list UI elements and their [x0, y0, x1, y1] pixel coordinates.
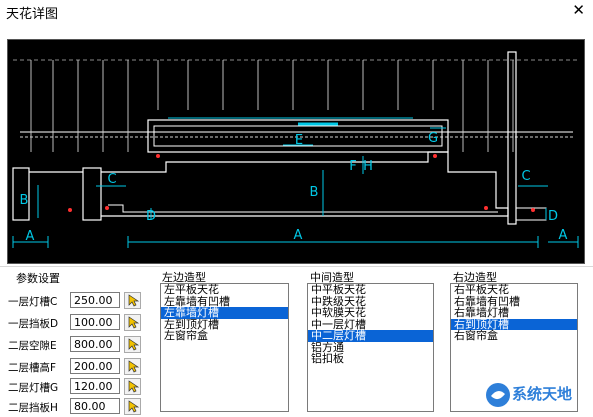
param-row-d: 一层挡板D	[0, 314, 150, 332]
ceiling-preview: A A A B B C C D D E F G H	[7, 39, 585, 264]
dim-label-h: H	[363, 159, 373, 174]
dim-label-b-middle: B	[310, 185, 319, 200]
list-item[interactable]: 右靠墙灯槽	[451, 307, 577, 319]
list-item[interactable]: 左窗帘盒	[161, 330, 288, 342]
list-item[interactable]: 中平板天花	[308, 284, 433, 296]
list-item-selected[interactable]: 左靠墙灯槽	[161, 307, 288, 319]
dim-label-c-right: C	[521, 169, 530, 184]
param-row-g: 二层灯槽G	[0, 378, 150, 396]
param-label-g: 二层灯槽G	[8, 382, 59, 394]
pick-cursor-button[interactable]	[124, 336, 141, 353]
pick-cursor-icon	[128, 360, 140, 373]
param-input-g[interactable]	[70, 378, 120, 394]
param-input-d[interactable]	[70, 314, 120, 330]
list-item[interactable]: 左平板天花	[161, 284, 288, 296]
close-icon[interactable]: ✕	[572, 1, 585, 19]
list-item-selected[interactable]: 中二层灯槽	[308, 330, 433, 342]
list-item[interactable]: 右窗帘盒	[451, 330, 577, 342]
dim-label-b-left: B	[20, 193, 29, 208]
param-input-e[interactable]	[70, 336, 120, 352]
list-item[interactable]: 铝扣板	[308, 353, 433, 365]
middle-style-list[interactable]: 中平板天花 中跌级天花 中软膜天花 中一层灯槽 中二层灯槽 铝方通 铝扣板	[307, 283, 434, 412]
dim-label-d-left: D	[146, 209, 156, 224]
watermark-logo-icon	[486, 383, 510, 407]
param-row-f: 二层槽高F	[0, 358, 150, 376]
param-label-f: 二层槽高F	[8, 362, 57, 374]
param-input-c[interactable]	[70, 292, 120, 308]
pick-cursor-button[interactable]	[124, 398, 141, 415]
pick-cursor-icon	[128, 338, 140, 351]
window-title: 天花详图	[6, 7, 59, 22]
pick-cursor-button[interactable]	[124, 378, 141, 395]
dim-label-a-right: A	[559, 228, 568, 243]
param-input-f[interactable]	[70, 358, 120, 374]
title-bar: 天花详图 ✕	[0, 0, 593, 30]
dim-label-g: G	[428, 131, 438, 146]
dim-label-a-left: A	[26, 229, 35, 244]
params-group-label: 参数设置	[16, 272, 60, 285]
left-style-list[interactable]: 左平板天花 左靠墙有凹槽 左靠墙灯槽 左到顶灯槽 左窗帘盒	[160, 283, 289, 412]
list-item[interactable]: 右平板天花	[451, 284, 577, 296]
param-label-c: 一层灯槽C	[8, 296, 58, 308]
pick-cursor-button[interactable]	[124, 358, 141, 375]
dim-label-d-right: D	[548, 209, 558, 224]
divider	[0, 266, 593, 267]
watermark: 系统天地	[482, 378, 593, 412]
param-row-c: 一层灯槽C	[0, 292, 150, 310]
dim-label-f: F	[349, 159, 356, 174]
pick-cursor-icon	[128, 380, 140, 393]
pick-cursor-button[interactable]	[124, 314, 141, 331]
ceiling-drawing: A A A B B C C D D E F G H	[12, 51, 579, 248]
param-label-e: 二层空隙E	[8, 340, 57, 352]
pick-cursor-button[interactable]	[124, 292, 141, 309]
pick-cursor-icon	[128, 316, 140, 329]
watermark-text: 系统天地	[512, 385, 573, 403]
param-row-e: 二层空隙E	[0, 336, 150, 354]
dim-label-a-middle: A	[294, 228, 303, 243]
pick-cursor-icon	[128, 294, 140, 307]
param-label-d: 一层挡板D	[8, 318, 59, 330]
list-item[interactable]: 中软膜天花	[308, 307, 433, 319]
dim-label-e: E	[295, 133, 303, 148]
dim-label-c-left: C	[107, 172, 116, 187]
param-label-h: 二层挡板H	[8, 402, 58, 414]
param-row-h: 二层挡板H	[0, 398, 150, 416]
